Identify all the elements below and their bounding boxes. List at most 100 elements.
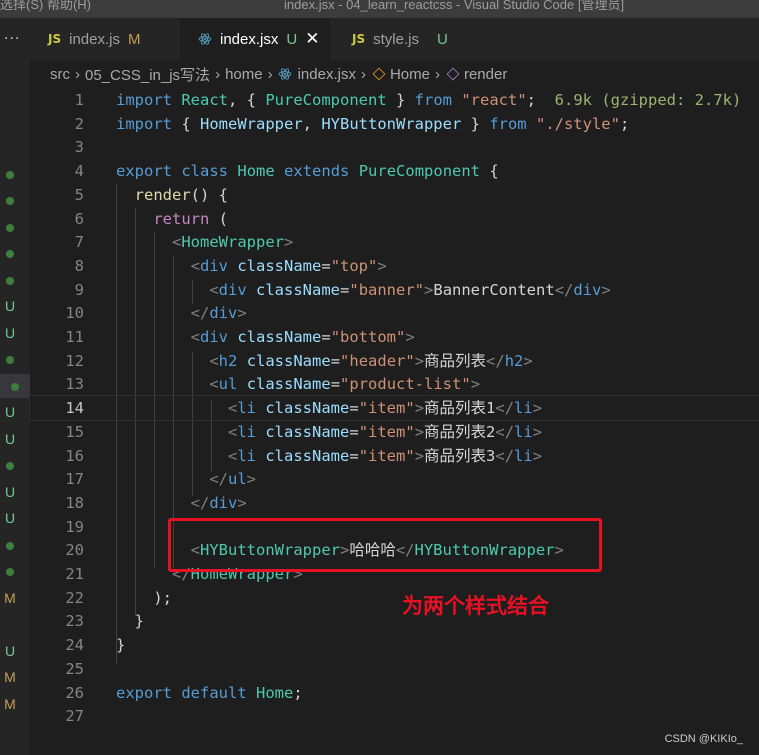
git-status-empty [0,612,20,636]
chevron-right-icon: › [434,65,440,83]
line-number: 2 [74,114,84,133]
tab-index-jsx[interactable]: index.jsx U ✕ [180,18,330,60]
code-line[interactable]: 27 [30,704,759,728]
tab-style-js[interactable]: JS style.js U [332,18,482,60]
breadcrumb-item[interactable]: src [50,66,70,83]
line-number: 18 [65,493,84,512]
more-icon[interactable]: ... [4,26,20,44]
code-text: import React, { PureComponent } from "re… [116,91,742,109]
close-icon[interactable]: ✕ [305,29,319,49]
window-title: index.jsx - 04_learn_reactcss - Visual S… [284,0,625,12]
line-number: 12 [65,351,84,370]
breadcrumb-item[interactable]: index.jsx [298,66,356,83]
code-line[interactable]: 5 render() { [30,183,759,207]
annotation-text: 为两个样式结合 [402,594,549,618]
code-text: <HomeWrapper> [172,233,294,252]
chevron-right-icon: › [215,65,221,83]
line-number: 23 [65,612,84,631]
code-line[interactable]: 3 [30,135,759,159]
git-status-modified: M [4,669,16,685]
git-status-dot [0,559,20,583]
code-line[interactable]: 12 <h2 className="header">商品列表</h2> [30,349,759,373]
line-number: 27 [65,707,84,726]
code-text: export default Home; [116,683,303,702]
breadcrumb-item[interactable]: Home [390,66,430,83]
git-status-dot [0,241,20,265]
code-text: } [116,612,144,631]
chevron-right-icon: › [267,65,273,83]
git-status-dot [0,347,20,371]
code-line[interactable]: 2 import { HomeWrapper, HYButtonWrapper }… [30,112,759,136]
line-number: 24 [65,636,84,655]
line-number: 14 [65,399,84,418]
line-number: 19 [65,517,84,536]
code-editor[interactable]: 1 import React, { PureComponent } from "r… [29,88,759,755]
code-line[interactable]: 18 </div> [30,491,759,515]
tab-index-js[interactable]: JS index.js M [30,18,178,60]
line-number: 25 [65,659,84,678]
git-status-dot [0,453,20,477]
git-status-modified: M [4,695,16,712]
line-number: 1 [74,91,84,109]
code-text: <div className="banner">BannerContent</d… [209,280,611,299]
line-number: 11 [65,328,84,346]
code-line[interactable]: 4 export class Home extends PureComponent… [30,159,759,183]
code-line[interactable]: 10 </div> [30,301,759,325]
code-line[interactable]: 25 [30,657,759,681]
code-text: </div> [190,493,247,512]
menu-bar-fragment[interactable]: 选择(S) 帮助(H) [0,0,91,13]
chevron-right-icon: › [75,65,80,83]
git-status-untracked: U [4,404,16,420]
breadcrumb-item[interactable]: render [464,66,507,83]
git-status-untracked: U [4,298,16,314]
code-line[interactable]: 17 </ul> [30,467,759,491]
chevron-right-icon: › [360,65,366,83]
modified-badge: M [127,30,141,48]
line-number: 4 [74,162,84,181]
react-icon [198,33,212,45]
code-line[interactable]: 26 export default Home; [30,681,759,705]
line-number: 26 [65,683,84,702]
code-line[interactable]: 14 <li className="item">商品列表1</li> [29,395,759,422]
method-symbol-icon [446,67,460,81]
code-text: <div className="bottom"> [190,328,415,346]
git-status-dot [0,268,20,292]
code-text: } [116,636,126,655]
git-status-empty [0,135,20,159]
code-text: return ( [153,209,228,228]
code-line[interactable]: 11 <div className="bottom"> [30,325,759,349]
code-line[interactable]: 7 <HomeWrapper> [30,230,759,254]
code-text: <h2 className="header">商品列表</h2> [209,351,533,370]
line-number: 3 [74,138,84,157]
code-line[interactable]: 8 <div className="top"> [30,254,759,278]
code-line[interactable]: 1 import React, { PureComponent } from "r… [30,88,759,112]
code-line[interactable]: 13 <ul className="product-list"> [30,372,759,396]
code-text: <li className="item">商品列表3</li> [227,446,543,465]
git-status-empty [0,109,20,133]
tab-label: style.js [373,30,419,48]
git-status-untracked: U [4,430,16,447]
code-line[interactable]: 23 } [30,609,759,633]
react-icon [278,68,291,80]
breadcrumb-item[interactable]: home [225,66,263,83]
breadcrumb-item[interactable]: 05_CSS_in_js写法 [85,64,210,85]
code-text: <li className="item">商品列表2</li> [227,422,543,441]
line-number: 6 [74,209,84,228]
git-status-dot [0,533,20,557]
line-number: 16 [65,446,84,465]
highlight-box [168,518,602,572]
code-text: <div className="top"> [190,256,387,275]
tab-label: index.js [69,30,120,48]
watermark: CSDN @KIKIo_ [664,733,743,745]
git-status-untracked: U [4,324,16,341]
code-line[interactable]: 6 return ( [30,207,759,231]
code-line[interactable]: 16 <li className="item">商品列表3</li> [30,444,759,468]
code-line[interactable]: 15 <li className="item">商品列表2</li> [30,420,759,444]
code-line[interactable]: 22 ); [30,586,759,610]
code-line[interactable]: 24} [30,633,759,657]
git-status-untracked: U [4,483,16,500]
line-number: 20 [65,541,84,560]
code-line[interactable]: 9 <div className="banner">BannerContent<… [30,278,759,302]
tab-label: index.jsx [220,30,279,48]
code-text: <ul className="product-list"> [209,375,481,394]
